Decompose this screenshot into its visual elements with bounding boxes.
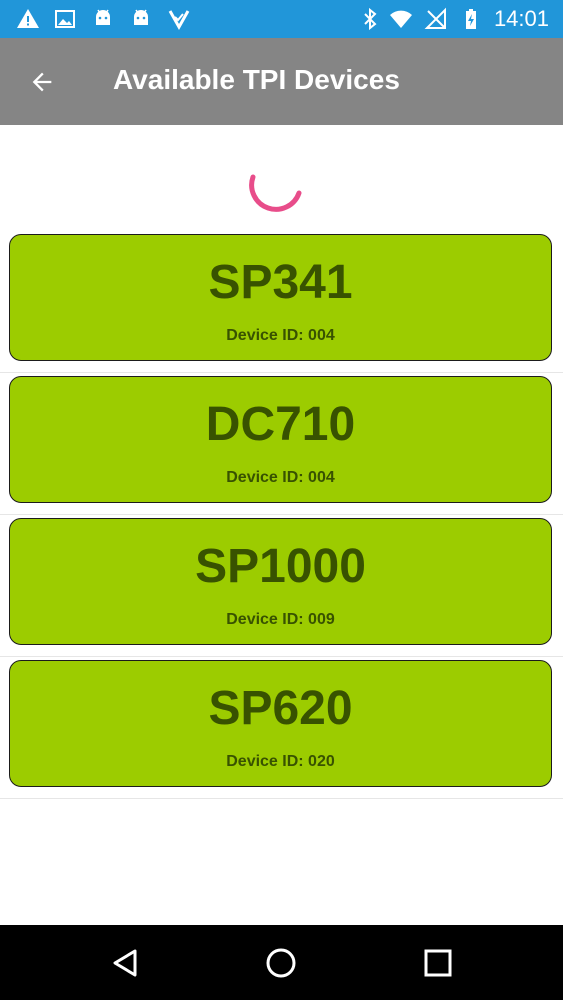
bluetooth-icon (364, 7, 377, 31)
device-id: Device ID: 009 (226, 611, 335, 628)
home-circle-icon[interactable] (261, 943, 301, 983)
device-name: SP1000 (195, 540, 366, 593)
page-title: Available TPI Devices (113, 64, 400, 95)
device-id: Device ID: 020 (226, 753, 335, 770)
warning-icon (17, 9, 39, 28)
app-bar: Available TPI Devices (0, 38, 563, 125)
device-id: Device ID: 004 (226, 327, 335, 344)
loading-spinner-icon (249, 174, 302, 212)
back-triangle-icon[interactable] (105, 943, 145, 983)
android-icon (96, 9, 110, 25)
list-item: DC710 Device ID: 004 (0, 373, 563, 515)
list-item: SP1000 Device ID: 009 (0, 515, 563, 657)
device-card-sp620[interactable]: SP620 Device ID: 020 (9, 660, 552, 787)
navigation-bar (0, 925, 563, 1000)
arrow-back-icon (32, 72, 52, 92)
back-button[interactable] (20, 60, 64, 104)
battery-charging-icon (466, 9, 476, 29)
list-item: SP620 Device ID: 020 (0, 657, 563, 799)
device-id: Device ID: 004 (226, 469, 335, 486)
list-item: SP341 Device ID: 004 (0, 231, 563, 373)
clock: 14:01 (493, 6, 549, 31)
recents-square-icon[interactable] (418, 943, 458, 983)
no-signal-icon (424, 7, 446, 29)
device-name: SP341 (208, 256, 353, 309)
device-card-dc710[interactable]: DC710 Device ID: 004 (9, 376, 552, 503)
status-bar: 14:01 (0, 0, 563, 38)
device-card-sp341[interactable]: SP341 Device ID: 004 (9, 234, 552, 361)
android-icon (134, 9, 148, 25)
device-name: SP620 (208, 682, 353, 735)
device-name: DC710 (205, 398, 356, 451)
app-check-icon (168, 10, 190, 31)
device-card-sp1000[interactable]: SP1000 Device ID: 009 (9, 518, 552, 645)
image-icon (55, 10, 75, 28)
device-list: SP341 Device ID: 004 DC710 Device ID: 00… (0, 231, 563, 799)
wifi-icon (390, 10, 412, 28)
